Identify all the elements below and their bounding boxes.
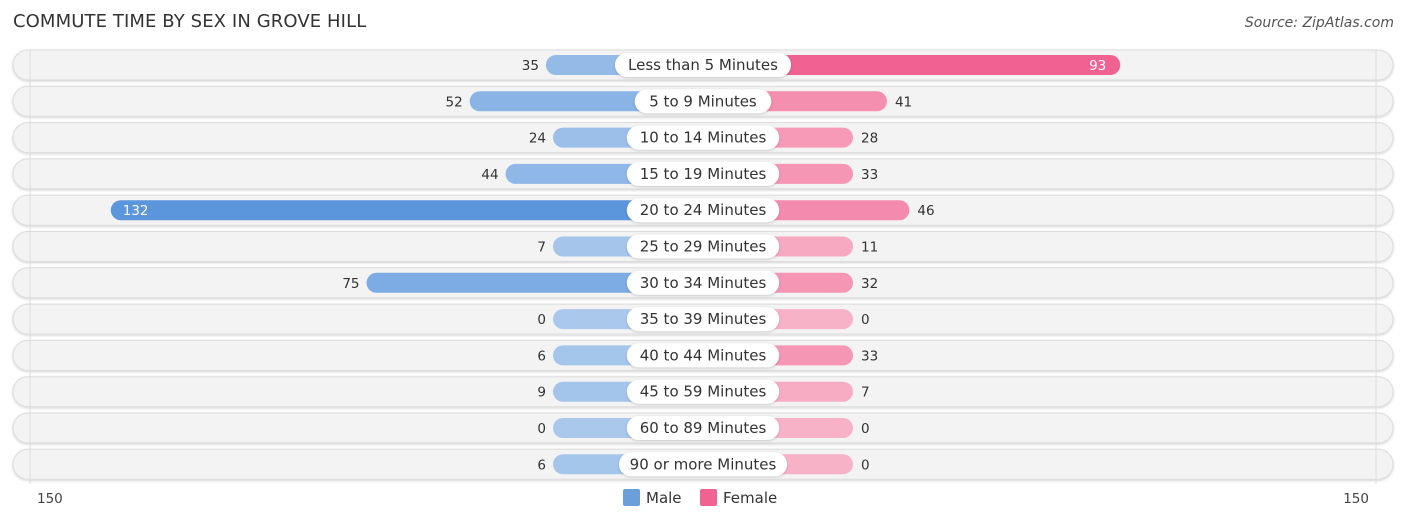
value-label-female: 41	[895, 94, 912, 110]
chart-row: 20 to 24 Minutes 132 46	[12, 194, 1394, 226]
chart-row: 45 to 59 Minutes 9 7	[12, 376, 1394, 408]
legend-swatch-male	[623, 489, 640, 506]
chart-row: 40 to 44 Minutes 6 33	[12, 339, 1394, 371]
value-label-female: 33	[861, 348, 878, 364]
category-label: Less than 5 Minutes	[628, 56, 778, 74]
value-label-female: 0	[861, 421, 870, 437]
chart-row: 15 to 19 Minutes 44 33	[12, 158, 1394, 190]
value-label-female: 0	[861, 312, 870, 328]
value-label-male: 52	[446, 94, 463, 110]
chart-row: 90 or more Minutes 6 0	[12, 448, 1394, 480]
legend: Male Female	[623, 489, 777, 507]
category-label: 30 to 34 Minutes	[640, 274, 767, 292]
legend-label-female: Female	[723, 489, 777, 507]
value-label-female: 32	[861, 276, 878, 292]
category-label: 45 to 59 Minutes	[640, 383, 767, 401]
value-label-male: 44	[481, 167, 498, 183]
chart-row: Less than 5 Minutes 35 93	[12, 49, 1394, 81]
chart-row: 10 to 14 Minutes 24 28	[12, 122, 1394, 154]
chart: Less than 5 Minutes 35 93 5 to 9 Minutes 52 4…	[12, 49, 1394, 507]
category-label: 60 to 89 Minutes	[640, 419, 767, 437]
value-label-male: 9	[537, 385, 546, 401]
value-label-male: 35	[522, 58, 539, 74]
category-label: 35 to 39 Minutes	[640, 310, 767, 328]
value-label-male: 75	[342, 276, 359, 292]
legend-label-male: Male	[646, 489, 682, 507]
chart-row: 25 to 29 Minutes 7 11	[12, 231, 1394, 262]
axis-label-right: 150	[1343, 491, 1369, 507]
value-label-male: 6	[537, 457, 546, 473]
legend-swatch-female	[700, 489, 717, 506]
value-label-female: 93	[1089, 58, 1106, 74]
chart-row: 5 to 9 Minutes 52 41	[12, 85, 1394, 117]
axis-label-left: 150	[37, 491, 63, 507]
chart-row: 35 to 39 Minutes 0 0	[12, 303, 1394, 335]
chart-row: 60 to 89 Minutes 0 0	[12, 412, 1394, 444]
category-label: 5 to 9 Minutes	[649, 92, 757, 110]
value-label-female: 46	[917, 203, 934, 219]
value-label-male: 24	[529, 131, 546, 147]
value-label-female: 11	[861, 240, 878, 256]
category-label: 40 to 44 Minutes	[640, 346, 767, 364]
value-label-female: 28	[861, 131, 878, 147]
category-label: 10 to 14 Minutes	[640, 129, 767, 147]
value-label-male: 0	[537, 421, 546, 437]
value-label-female: 33	[861, 167, 878, 183]
value-label-male: 132	[123, 203, 149, 219]
category-label: 25 to 29 Minutes	[640, 238, 767, 256]
category-label: 20 to 24 Minutes	[640, 201, 767, 219]
value-label-female: 7	[861, 385, 870, 401]
bar-male	[110, 200, 713, 221]
value-label-male: 0	[537, 312, 546, 328]
value-label-male: 7	[537, 240, 546, 256]
category-label: 90 or more Minutes	[630, 455, 777, 473]
chart-row: 30 to 34 Minutes 75 32	[12, 267, 1394, 299]
value-label-female: 0	[861, 457, 870, 473]
value-label-male: 6	[537, 348, 546, 364]
category-label: 15 to 19 Minutes	[640, 165, 767, 183]
